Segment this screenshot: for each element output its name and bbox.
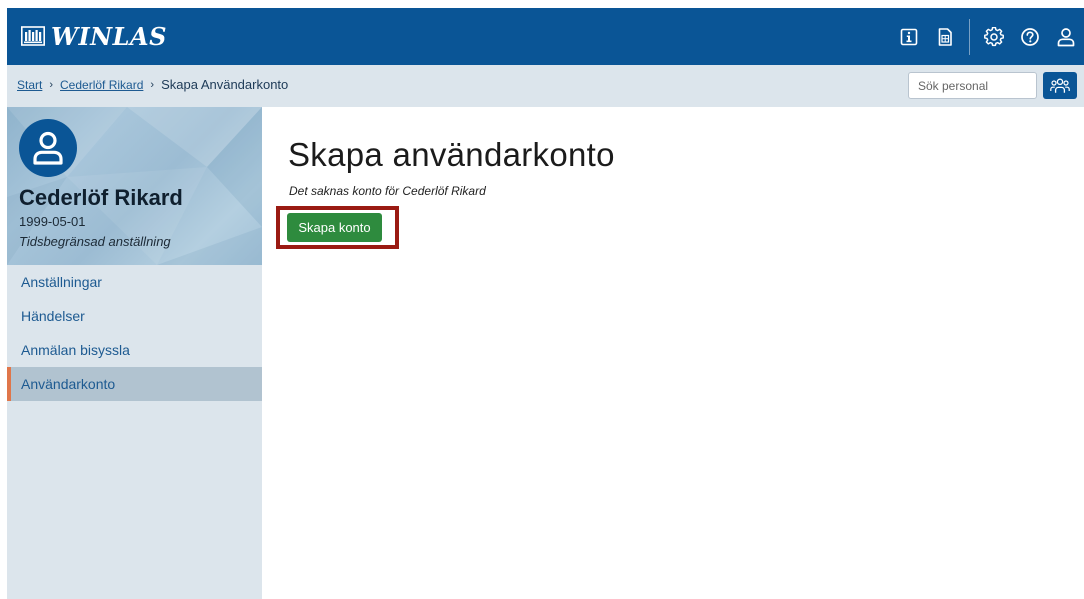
sidebar: Cederlöf Rikard 1999-05-01 Tidsbegränsad…: [7, 107, 262, 599]
app-window: WINLAS Start › Cederlöf Rikard › Skapa A…: [7, 8, 1084, 599]
help-icon: [1021, 27, 1039, 46]
user-profile-button[interactable]: [1048, 8, 1084, 65]
create-account-button[interactable]: Skapa konto: [287, 213, 382, 242]
user-avatar-icon: [33, 131, 63, 165]
personnel-list-button[interactable]: [1043, 72, 1077, 99]
sidebar-item-anmalan-bisyssla[interactable]: Anmälan bisyssla: [7, 333, 262, 367]
library-logo-icon: [21, 26, 45, 46]
top-bar: WINLAS: [7, 8, 1084, 65]
profile-name: Cederlöf Rikard: [19, 185, 183, 210]
breadcrumb-current: Skapa Användarkonto: [161, 77, 289, 92]
app-logo[interactable]: WINLAS: [21, 21, 167, 51]
breadcrumb-separator: ›: [49, 78, 54, 91]
document-button[interactable]: [927, 8, 963, 65]
settings-button[interactable]: [976, 8, 1012, 65]
page-subtitle: Det saknas konto för Cederlöf Rikard: [289, 184, 486, 198]
people-group-icon: [1050, 78, 1070, 93]
sidebar-nav: Anställningar Händelser Anmälan bisyssla…: [7, 265, 262, 401]
topbar-actions: [891, 8, 1084, 65]
breadcrumb-start-link[interactable]: Start: [17, 78, 42, 92]
help-button[interactable]: [1012, 8, 1048, 65]
profile-birthdate: 1999-05-01: [19, 214, 86, 229]
page-title: Skapa användarkonto: [288, 136, 615, 173]
main-content: Skapa användarkonto Det saknas konto för…: [262, 107, 1084, 599]
breadcrumb-separator: ›: [150, 78, 155, 91]
profile-card: Cederlöf Rikard 1999-05-01 Tidsbegränsad…: [7, 107, 262, 265]
app-logo-text: WINLAS: [51, 21, 167, 51]
avatar: [19, 119, 77, 177]
search-personnel-input[interactable]: [908, 72, 1037, 99]
document-icon: [938, 27, 952, 46]
breadcrumb-person-link[interactable]: Cederlöf Rikard: [60, 78, 143, 92]
info-button[interactable]: [891, 8, 927, 65]
topbar-divider: [969, 18, 970, 55]
settings-gear-icon: [984, 26, 1004, 46]
profile-employment-type: Tidsbegränsad anställning: [19, 234, 171, 249]
breadcrumb: Start › Cederlöf Rikard › Skapa Användar…: [17, 77, 288, 92]
sidebar-item-anstallningar[interactable]: Anställningar: [7, 265, 262, 299]
user-icon: [1057, 27, 1075, 46]
sidebar-item-anvandarkonto[interactable]: Användarkonto: [7, 367, 262, 401]
breadcrumb-bar: Start › Cederlöf Rikard › Skapa Användar…: [7, 65, 1084, 107]
info-icon: [900, 28, 918, 45]
sidebar-item-handelser[interactable]: Händelser: [7, 299, 262, 333]
